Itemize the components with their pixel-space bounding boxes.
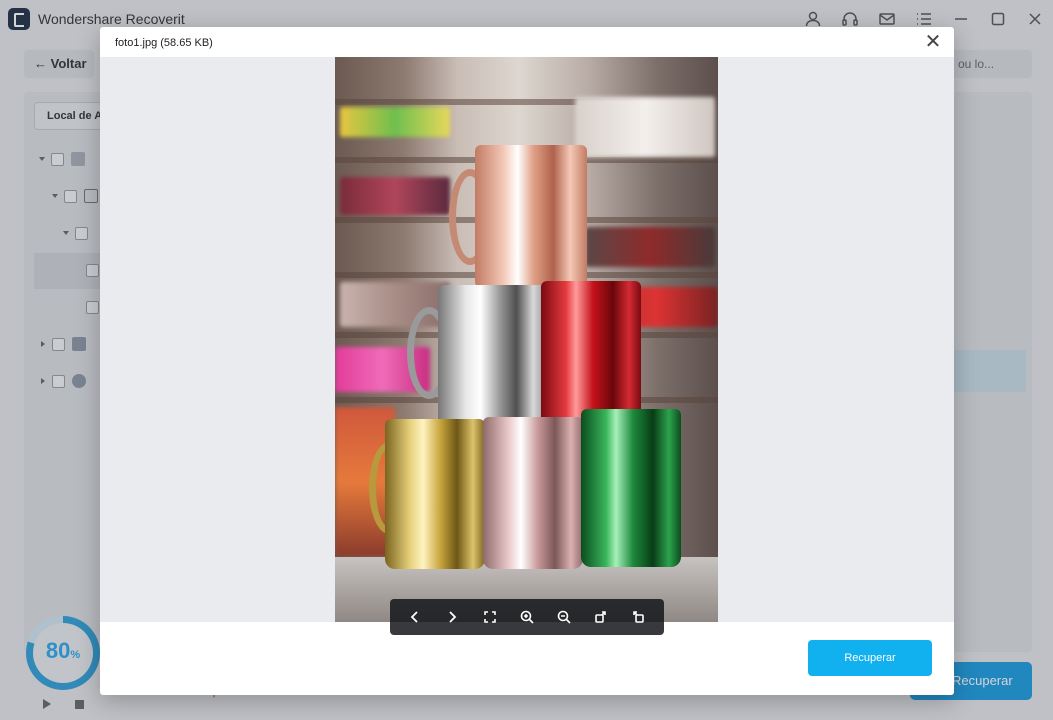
next-icon[interactable] [442,607,462,627]
shelf-stock [340,107,450,137]
green-mug [581,409,681,567]
gold-mug [385,419,485,569]
copper-mug [475,145,587,291]
scan-progress-value: 80% [45,638,81,663]
fullscreen-icon[interactable] [480,607,500,627]
zoom-out-icon[interactable] [554,607,574,627]
close-preview-icon[interactable]: ✕ [922,31,944,53]
preview-file-title: foto1.jpg (58.65 KB) [115,37,213,49]
preview-area [100,57,954,635]
shelf-stock [340,177,450,215]
image-viewer-toolbar [390,599,664,635]
preview-image [335,57,718,622]
previous-icon[interactable] [405,607,425,627]
shelf-stock [585,227,715,267]
red-mug [541,281,641,429]
recover-button[interactable]: Recuperar [808,640,932,676]
silver-mug [438,285,550,431]
rose-mug [483,417,583,569]
rotate-left-icon[interactable] [628,607,648,627]
shelf-stock [575,97,715,157]
rotate-right-icon[interactable] [591,607,611,627]
zoom-in-icon[interactable] [517,607,537,627]
preview-dialog: foto1.jpg (58.65 KB) ✕ Recuperar [100,27,954,695]
